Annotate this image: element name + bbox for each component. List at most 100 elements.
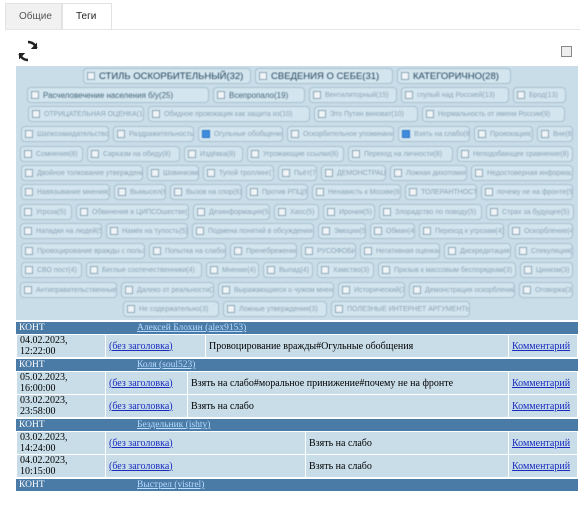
tag-filter-checkbox[interactable]: Демонстрация оскорблений(3) — [409, 282, 515, 298]
tag-filter-checkbox[interactable]: Антиправительственные(3) — [20, 282, 117, 298]
tag-filter-checkbox[interactable]: Ложная дихотомия(6) — [390, 165, 467, 181]
group-label: КОНТ — [19, 420, 45, 430]
time-text: 10:15:00 — [20, 466, 56, 477]
tag-filter-checkbox[interactable]: Шовинизм(7) — [147, 165, 199, 181]
tag-filter-checkbox[interactable]: Недостоверная информация(6) — [471, 165, 573, 181]
tag-filter-checkbox[interactable]: Выпад(4) — [263, 262, 313, 278]
tag-filter-checkbox[interactable]: СВО пост(4) — [21, 262, 82, 278]
tag-filter-checkbox[interactable]: почему не на фронте(5) — [481, 184, 573, 200]
tag-filter-checkbox[interactable]: Обвинения в ЦИПСОшестве(5) — [76, 204, 189, 220]
post-title-link[interactable]: (без заголовка) — [109, 438, 173, 449]
tag-filter-checkbox[interactable]: Страх за будущее(5) — [486, 204, 574, 220]
tag-filter-checkbox[interactable]: Против РПЦ(6) — [246, 184, 308, 200]
tag-filter-checkbox[interactable]: Оговорка(3) — [519, 282, 573, 298]
tag-filter-checkbox[interactable]: глупый над Россией(13) — [401, 87, 509, 103]
tag-filter-checkbox[interactable]: Расчеловечение населения б/у(25) — [27, 87, 209, 103]
tag-filter-checkbox[interactable]: Угрожающие ссылки(8) — [247, 146, 344, 162]
tag-filter-checkbox[interactable]: ОТРИЦАТЕЛЬНАЯ ОЦЕНКА(11) — [28, 106, 144, 122]
post-title-link[interactable]: (без заголовка) — [109, 461, 173, 472]
tag-filter-checkbox[interactable]: Спекуляция(4) — [515, 243, 573, 259]
tag-cloud: СТИЛЬ ОСКОРБИТЕЛЬНЫЙ(32) СВЕДЕНИЯ О СЕБЕ(… — [16, 66, 578, 320]
post-title-link[interactable]: (без заголовка) — [109, 401, 173, 412]
tag-filter-checkbox[interactable]: Беглые соотечественники(4) — [86, 262, 202, 278]
tag-filter-checkbox[interactable]: Хамство(3) — [317, 262, 374, 278]
tag-filter-checkbox[interactable]: Навязывание мнения(6) — [21, 184, 110, 200]
tag-filter-checkbox[interactable]: Мнение(4) — [206, 262, 259, 278]
tag-filter-checkbox[interactable]: СТИЛЬ ОСКОРБИТЕЛЬНЫЙ(32) — [83, 68, 251, 84]
tag-filter-checkbox[interactable]: Сомнения(8) — [20, 146, 83, 162]
tag-filter-checkbox[interactable]: Оскорбительное упоминание(9) — [287, 126, 394, 142]
tag-filter-checkbox[interactable]: Хаос(5) — [274, 204, 319, 220]
tag-filter-checkbox[interactable]: Провоцирование вражды с пользой(4) — [21, 243, 145, 259]
post-title-link[interactable]: (без заголовка) — [109, 378, 173, 389]
tag-filter-checkbox[interactable]: Ирония(5) — [323, 204, 375, 220]
tag-filter-checkbox[interactable]: Это Путин виноват(10) — [314, 106, 418, 122]
tag-filter-checkbox[interactable]: Нападки на людей(5) — [20, 223, 102, 239]
date-text: 04.02.2023, — [20, 455, 68, 466]
tag-filter-checkbox[interactable]: Двойное толкование утверждения(8) — [21, 165, 143, 181]
tag-filter-checkbox[interactable]: ТОЛЕРАНТНОСТЬ(5) — [405, 184, 477, 200]
tag-filter-checkbox[interactable]: ПОЛЕЗНЫЕ ИНТЕРНЕТ АРГУМЕНТЫ(3) — [331, 301, 470, 317]
post-title-link[interactable]: (без заголовка) — [109, 341, 173, 352]
comment-link[interactable]: Комментарий — [512, 378, 570, 389]
author-link[interactable]: Алексей Блохин (alex9153) — [137, 322, 246, 334]
select-all-checkbox[interactable] — [561, 46, 572, 57]
tag-filter-checkbox[interactable]: Обман(4) — [370, 223, 415, 239]
tag-filter-checkbox[interactable]: Нормальность от имени России(9) — [422, 106, 565, 122]
tag-filter-checkbox[interactable]: РУСОФОБИЯ(4) — [301, 243, 356, 259]
tag-filter-checkbox[interactable]: Ненависть к Москве(6) — [312, 184, 401, 200]
tag-filter-checkbox[interactable]: Огульные обобщения(9) — [198, 126, 283, 142]
tag-filter-checkbox[interactable]: Взять на слабо(8) — [398, 126, 470, 142]
tag-filter-checkbox[interactable]: Оскорбление(4) — [508, 223, 573, 239]
tag-filter-checkbox[interactable]: Брод(13) — [513, 87, 566, 103]
tag-filter-checkbox[interactable]: Подмена понятий в обсуждении(5) — [192, 223, 314, 239]
tag-filter-checkbox[interactable]: Дискредитация(4) — [444, 243, 511, 259]
tag-filter-checkbox[interactable]: Вымысел(6) — [114, 184, 166, 200]
tag-filter-checkbox[interactable]: Не содержательно(3) — [123, 301, 219, 317]
time-text: 14:24:00 — [20, 443, 56, 454]
tag-filter-checkbox[interactable]: Негативная оценка(4) — [360, 243, 440, 259]
tag-filter-checkbox[interactable]: ДЕМОНСТРАЦИЯ(7) — [321, 165, 386, 181]
tag-filter-checkbox[interactable]: Дезинформация(5) — [193, 204, 270, 220]
author-link[interactable]: Коля (soul523) — [137, 359, 195, 371]
tag-filter-checkbox[interactable]: Цинизм(3) — [520, 262, 573, 278]
tag-filter-checkbox[interactable]: Всепропало(19) — [213, 87, 305, 103]
author-link[interactable]: Бездельник (ishty) — [137, 419, 210, 431]
tag-filter-checkbox[interactable]: Далеко от реальности(3) — [121, 282, 214, 298]
tag-filter-checkbox[interactable]: Вызов на спор(6) — [170, 184, 242, 200]
tag-filter-checkbox[interactable]: Переход на личности(8) — [348, 146, 453, 162]
tag-filter-checkbox[interactable]: Угроза(5) — [20, 204, 72, 220]
tag-filter-checkbox[interactable]: Обидное провокация как защита из(10) — [148, 106, 310, 122]
tag-filter-checkbox[interactable]: Тупой троллинг(7) — [203, 165, 274, 181]
tab-tags[interactable]: Теги — [62, 3, 112, 29]
tag-filter-checkbox[interactable]: Раздражительность(9) — [113, 126, 194, 142]
refresh-icon[interactable] — [16, 39, 40, 63]
tag-filter-checkbox[interactable]: Пренебрежение(4) — [230, 243, 297, 259]
tab-general[interactable]: Общие — [5, 3, 62, 29]
tag-filter-checkbox[interactable]: Сарказм на обиду(8) — [87, 146, 180, 162]
tag-filter-checkbox[interactable]: Намёк на тупость(5) — [106, 223, 188, 239]
tag-filter-checkbox[interactable]: Эмоции(5) — [318, 223, 366, 239]
tag-filter-checkbox[interactable]: Ложные утверждения(3) — [223, 301, 327, 317]
tag-filter-checkbox[interactable]: Попытка на слабо(4) — [149, 243, 226, 259]
comment-link[interactable]: Комментарий — [512, 401, 570, 412]
tag-filter-checkbox[interactable]: КАТЕГОРИЧНО(28) — [397, 68, 511, 84]
tag-filter-checkbox[interactable]: Исторический(3) — [338, 282, 405, 298]
tag-filter-checkbox[interactable]: Неподобающее сравнение(8) — [457, 146, 573, 162]
tag-filter-checkbox[interactable]: Призыв к массовым беспорядкам(3) — [378, 262, 516, 278]
date-text: 05.02.2023, — [20, 372, 68, 383]
comment-link[interactable]: Комментарий — [512, 461, 570, 472]
tag-filter-checkbox[interactable]: Вентиляторный(15) — [309, 87, 397, 103]
tag-filter-checkbox[interactable]: Злорадство по поводу(5) — [379, 204, 482, 220]
author-link[interactable]: Выстрел (vistrel) — [137, 479, 204, 491]
comment-link[interactable]: Комментарий — [512, 341, 570, 352]
tag-filter-checkbox[interactable]: Издёвка(8) — [184, 146, 243, 162]
tag-filter-checkbox[interactable]: СВЕДЕНИЯ О СЕБЕ(31) — [255, 68, 393, 84]
tag-filter-checkbox[interactable]: Шапкозакидательство(9) — [21, 126, 109, 142]
tag-filter-checkbox[interactable]: Вне(8) — [537, 126, 573, 142]
tag-filter-checkbox[interactable]: Провокация(8) — [474, 126, 533, 142]
tag-filter-checkbox[interactable]: Выражающиеся о чужом мнении(3) — [218, 282, 334, 298]
comment-link[interactable]: Комментарий — [512, 438, 570, 449]
tag-filter-checkbox[interactable]: Пьёт(7) — [278, 165, 317, 181]
tag-filter-checkbox[interactable]: Переход к угрозам(4) — [419, 223, 504, 239]
